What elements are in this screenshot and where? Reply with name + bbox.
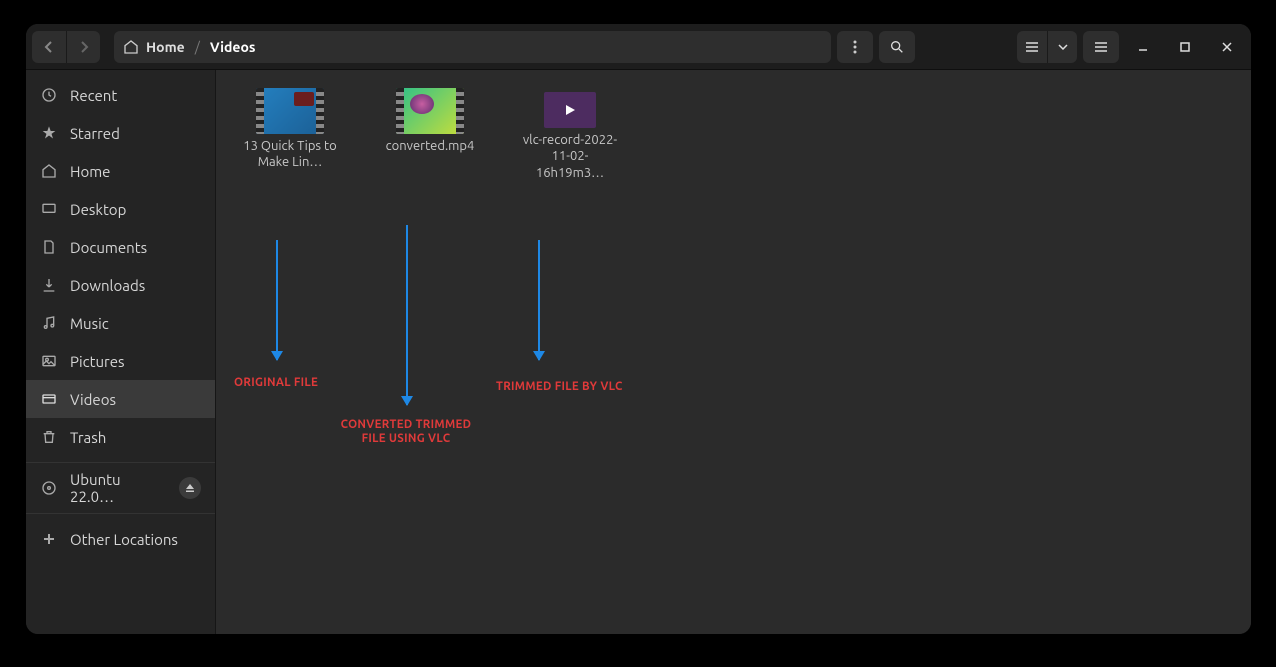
annotation-arrow: [276, 240, 278, 360]
desktop-icon: [40, 200, 58, 218]
file-item[interactable]: converted.mp4: [380, 88, 480, 154]
downloads-icon: [40, 276, 58, 294]
sidebar-item-label: Videos: [70, 391, 116, 408]
sidebar-item-label: Desktop: [70, 201, 126, 218]
view-mode-split: [1017, 31, 1077, 63]
video-icon: [544, 92, 596, 128]
view-dropdown-button[interactable]: [1047, 31, 1077, 63]
titlebar: Home / Videos: [26, 24, 1251, 70]
hamburger-menu-button[interactable]: [1083, 31, 1119, 63]
file-name: 13 Quick Tips to Make Lin…: [240, 138, 340, 171]
window-body: Recent Starred Home Desktop Documents Do…: [26, 70, 1251, 634]
sidebar-item-videos[interactable]: Videos: [26, 380, 215, 418]
annotation-label: CONVERTED TRIMMED FILE USING VLC: [336, 418, 476, 447]
sidebar-item-pictures[interactable]: Pictures: [26, 342, 215, 380]
sidebar: Recent Starred Home Desktop Documents Do…: [26, 70, 216, 634]
pictures-icon: [40, 352, 58, 370]
sidebar-item-label: Documents: [70, 239, 147, 256]
disk-icon: [40, 479, 58, 497]
sidebar-separator: [26, 462, 215, 463]
nav-buttons: [32, 31, 100, 63]
plus-icon: [40, 530, 58, 548]
sidebar-item-documents[interactable]: Documents: [26, 228, 215, 266]
eject-button[interactable]: [179, 477, 201, 499]
sidebar-item-downloads[interactable]: Downloads: [26, 266, 215, 304]
sidebar-item-disk[interactable]: Ubuntu 22.0…: [26, 469, 215, 507]
home-icon: [122, 38, 140, 56]
sidebar-item-home[interactable]: Home: [26, 152, 215, 190]
sidebar-item-label: Downloads: [70, 277, 145, 294]
back-button[interactable]: [32, 31, 66, 63]
video-thumbnail: [256, 88, 324, 134]
sidebar-item-desktop[interactable]: Desktop: [26, 190, 215, 228]
video-thumbnail: [396, 88, 464, 134]
documents-icon: [40, 238, 58, 256]
sidebar-item-label: Pictures: [70, 353, 125, 370]
sidebar-separator: [26, 513, 215, 514]
sidebar-item-trash[interactable]: Trash: [26, 418, 215, 456]
home-icon: [40, 162, 58, 180]
star-icon: [40, 124, 58, 142]
sidebar-item-label: Other Locations: [70, 531, 178, 548]
search-button[interactable]: [879, 31, 915, 63]
breadcrumb-home[interactable]: Home: [146, 39, 185, 55]
more-options-button[interactable]: [837, 31, 873, 63]
list-view-button[interactable]: [1017, 31, 1047, 63]
sidebar-item-label: Trash: [70, 429, 106, 446]
breadcrumb-separator: /: [195, 39, 200, 55]
file-item[interactable]: vlc-record-2022-11-02-16h19m3…: [520, 88, 620, 181]
sidebar-item-label: Ubuntu 22.0…: [70, 471, 167, 505]
content-area[interactable]: 13 Quick Tips to Make Lin… converted.mp4…: [216, 70, 1251, 634]
breadcrumb-current[interactable]: Videos: [210, 39, 256, 55]
sidebar-item-recent[interactable]: Recent: [26, 76, 215, 114]
trash-icon: [40, 428, 58, 446]
minimize-button[interactable]: [1125, 31, 1161, 63]
sidebar-item-other-locations[interactable]: Other Locations: [26, 520, 215, 558]
annotation-label: ORIGINAL FILE: [234, 376, 318, 390]
sidebar-item-label: Home: [70, 163, 110, 180]
close-button[interactable]: [1209, 31, 1245, 63]
maximize-button[interactable]: [1167, 31, 1203, 63]
sidebar-item-starred[interactable]: Starred: [26, 114, 215, 152]
annotation-arrow: [538, 240, 540, 360]
file-manager-window: Home / Videos: [26, 24, 1251, 634]
annotation-label: TRIMMED FILE BY VLC: [496, 380, 623, 394]
sidebar-item-label: Music: [70, 315, 109, 332]
music-icon: [40, 314, 58, 332]
file-item[interactable]: 13 Quick Tips to Make Lin…: [240, 88, 340, 171]
videos-icon: [40, 390, 58, 408]
sidebar-item-music[interactable]: Music: [26, 304, 215, 342]
file-name: vlc-record-2022-11-02-16h19m3…: [520, 132, 620, 181]
file-name: converted.mp4: [386, 138, 475, 154]
path-bar[interactable]: Home / Videos: [114, 31, 831, 63]
forward-button[interactable]: [66, 31, 100, 63]
clock-icon: [40, 86, 58, 104]
sidebar-item-label: Starred: [70, 125, 120, 142]
annotation-arrow: [406, 225, 408, 405]
sidebar-item-label: Recent: [70, 87, 117, 104]
